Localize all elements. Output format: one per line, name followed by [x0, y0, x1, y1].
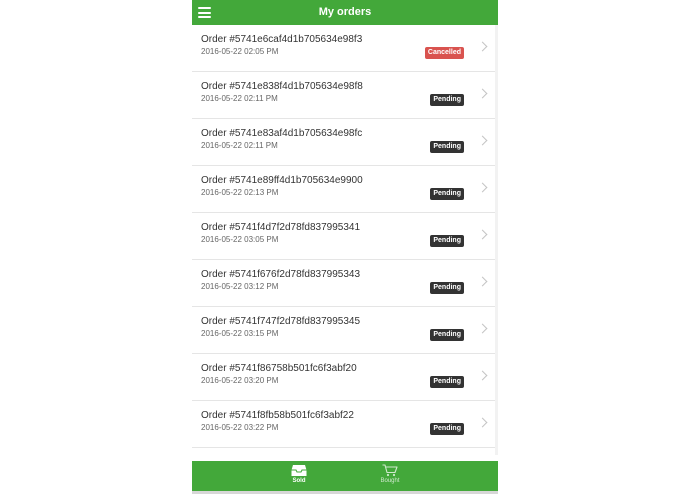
order-list: Order #5741e6caf4d1b705634e98f3 2016-05-2…: [192, 25, 498, 448]
order-title: Order #5741e838f4d1b705634e98f8: [201, 81, 363, 92]
order-row[interactable]: Order #5741e838f4d1b705634e98f8 2016-05-2…: [192, 72, 498, 119]
status-badge: Pending: [430, 141, 464, 153]
order-row[interactable]: Order #5741f676f2d78fd837995343 2016-05-2…: [192, 260, 498, 307]
order-title: Order #5741e6caf4d1b705634e98f3: [201, 34, 363, 45]
order-title: Order #5741f676f2d78fd837995343: [201, 269, 361, 280]
order-title: Order #5741e89ff4d1b705634e9900: [201, 175, 363, 186]
order-row[interactable]: Order #5741e83af4d1b705634e98fc 2016-05-2…: [192, 119, 498, 166]
order-row[interactable]: Order #5741e6caf4d1b705634e98f3 2016-05-2…: [192, 25, 498, 72]
order-title: Order #5741f747f2d78fd837995345: [201, 316, 361, 327]
tab-sold-label: Sold: [292, 478, 306, 484]
order-title: Order #5741f4d7f2d78fd837995341: [201, 222, 361, 233]
chevron-right-icon: [477, 182, 488, 193]
order-title: Order #5741e83af4d1b705634e98fc: [201, 128, 363, 139]
order-date: 2016-05-22 03:05 PM: [201, 235, 279, 244]
tab-sold[interactable]: Sold: [269, 461, 329, 491]
chevron-right-icon: [477, 417, 488, 428]
page-title: My orders: [318, 6, 372, 18]
order-date: 2016-05-22 02:13 PM: [201, 188, 279, 197]
status-badge: Pending: [430, 376, 464, 388]
chevron-right-icon: [477, 229, 488, 240]
status-badge: Cancelled: [424, 47, 464, 59]
order-date: 2016-05-22 03:12 PM: [201, 282, 279, 291]
order-date: 2016-05-22 02:11 PM: [201, 141, 278, 150]
status-badge: Pending: [430, 423, 464, 435]
status-badge: Pending: [430, 282, 464, 294]
chevron-right-icon: [477, 88, 488, 99]
order-title: Order #5741f8fb58b501fc6f3abf22: [201, 410, 354, 421]
status-badge: Pending: [430, 94, 464, 106]
order-row[interactable]: Order #5741e89ff4d1b705634e9900 2016-05-2…: [192, 166, 498, 213]
tab-bought-label: Bought: [380, 478, 400, 484]
chevron-right-icon: [477, 370, 488, 381]
scrollbar-track[interactable]: [495, 25, 498, 455]
chevron-right-icon: [477, 135, 488, 146]
bottom-tab-bar: Sold Bought: [192, 461, 498, 491]
status-badge: Pending: [430, 235, 464, 247]
order-date: 2016-05-22 02:05 PM: [201, 47, 279, 56]
order-row[interactable]: Order #5741f747f2d78fd837995345 2016-05-2…: [192, 307, 498, 354]
shopping-cart-icon: [382, 464, 398, 477]
chevron-right-icon: [477, 323, 488, 334]
chevron-right-icon: [477, 276, 488, 287]
order-date: 2016-05-22 03:22 PM: [201, 423, 279, 432]
status-badge: Pending: [430, 329, 464, 341]
order-date: 2016-05-22 03:20 PM: [201, 376, 279, 385]
tab-bought[interactable]: Bought: [360, 461, 420, 491]
order-row[interactable]: Order #5741f86758b501fc6f3abf20 2016-05-2…: [192, 354, 498, 401]
order-title: Order #5741f86758b501fc6f3abf20: [201, 363, 357, 374]
app-screen: My orders Order #5741e6caf4d1b705634e98f…: [192, 0, 498, 494]
order-row[interactable]: Order #5741f4d7f2d78fd837995341 2016-05-2…: [192, 213, 498, 260]
app-header: My orders: [192, 0, 498, 25]
status-badge: Pending: [430, 188, 464, 200]
inbox-tray-icon: [291, 465, 307, 476]
chevron-right-icon: [477, 41, 488, 52]
order-row[interactable]: Order #5741f8fb58b501fc6f3abf22 2016-05-2…: [192, 401, 498, 448]
order-date: 2016-05-22 02:11 PM: [201, 94, 278, 103]
order-date: 2016-05-22 03:15 PM: [201, 329, 279, 338]
